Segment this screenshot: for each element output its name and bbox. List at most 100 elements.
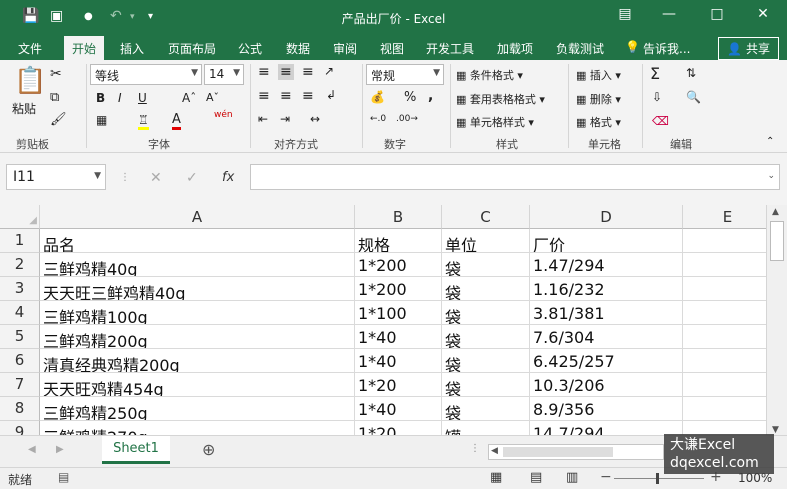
conditional-format-button[interactable]: ▦ 条件格式 ▾ — [456, 67, 523, 83]
cell-D8[interactable]: 8.9/356 — [530, 397, 683, 421]
cell-C7[interactable]: 袋 — [442, 373, 530, 397]
cell-D5[interactable]: 7.6/304 — [530, 325, 683, 349]
clear-icon[interactable]: ⌫ — [652, 114, 669, 128]
currency-icon[interactable]: 💰 — [370, 90, 385, 104]
format-painter-icon[interactable]: 🖌 — [50, 112, 67, 127]
cell-E1[interactable] — [683, 229, 766, 253]
cell-B8[interactable]: 1*40 — [355, 397, 442, 421]
cell-A1[interactable]: 品名 — [40, 229, 355, 253]
share-button[interactable]: 👤 共享 — [718, 37, 779, 60]
column-header[interactable]: D — [530, 205, 683, 229]
phonetic-icon[interactable]: wén — [214, 110, 233, 120]
merge-center-icon[interactable]: ↔ — [310, 112, 320, 126]
row-header[interactable]: 7 — [0, 373, 40, 397]
tab-data[interactable]: 数据 — [286, 40, 310, 57]
scroll-thumb[interactable] — [770, 221, 784, 261]
cell-A2[interactable]: 三鲜鸡精40g — [40, 253, 355, 277]
percent-icon[interactable]: % — [404, 90, 416, 105]
enter-icon[interactable]: ✓ — [186, 170, 198, 186]
paste-button[interactable]: 粘贴 — [12, 100, 36, 117]
zoom-slider-thumb[interactable] — [656, 473, 659, 484]
horizontal-scrollbar[interactable]: ◀ — [488, 444, 664, 460]
scroll-up-icon[interactable]: ▲ — [772, 207, 779, 217]
maximize-button[interactable]: □ — [702, 6, 732, 22]
tab-view[interactable]: 视图 — [380, 40, 404, 57]
close-button[interactable]: ✕ — [748, 6, 778, 22]
insert-cells-button[interactable]: ▦ 插入 ▾ — [576, 67, 621, 83]
row-header[interactable]: 6 — [0, 349, 40, 373]
select-all-corner[interactable]: ◢ — [0, 205, 40, 229]
tab-developer[interactable]: 开发工具 — [426, 40, 474, 57]
cell-B9[interactable]: 1*20 — [355, 421, 442, 435]
add-sheet-icon[interactable]: ⊕ — [202, 440, 215, 459]
table-format-button[interactable]: ▦ 套用表格格式 ▾ — [456, 91, 545, 107]
cell-B6[interactable]: 1*40 — [355, 349, 442, 373]
orientation-icon[interactable]: ↗ — [324, 64, 334, 78]
bold-icon[interactable]: B — [96, 91, 105, 105]
increase-font-icon[interactable]: Aˆ — [182, 91, 196, 105]
column-header[interactable]: A — [40, 205, 355, 229]
column-header[interactable]: C — [442, 205, 530, 229]
row-header[interactable]: 3 — [0, 277, 40, 301]
cell-E5[interactable] — [683, 325, 766, 349]
expand-formula-icon[interactable]: ⌄ — [767, 171, 775, 181]
ribbon-display-icon[interactable]: ▤ — [610, 6, 640, 22]
cell-D1[interactable]: 厂价 — [530, 229, 683, 253]
cell-E8[interactable] — [683, 397, 766, 421]
delete-cells-button[interactable]: ▦ 删除 ▾ — [576, 91, 621, 107]
insert-function-icon[interactable]: fx — [222, 170, 234, 185]
font-size-select[interactable]: 14 ▼ — [204, 64, 244, 85]
cell-D2[interactable]: 1.47/294 — [530, 253, 683, 277]
cell-C1[interactable]: 单位 — [442, 229, 530, 253]
row-header[interactable]: 9 — [0, 421, 40, 435]
minimize-button[interactable]: — — [654, 6, 684, 22]
font-color-icon[interactable]: A — [172, 113, 181, 130]
cell-B5[interactable]: 1*40 — [355, 325, 442, 349]
page-break-view-icon[interactable]: ▥ — [566, 470, 578, 485]
tab-home[interactable]: 开始 — [64, 36, 105, 60]
cell-D3[interactable]: 1.16/232 — [530, 277, 683, 301]
cell-D7[interactable]: 10.3/206 — [530, 373, 683, 397]
tab-file[interactable]: 文件 — [18, 40, 42, 57]
align-left-icon[interactable]: ≡ — [258, 88, 270, 104]
row-header[interactable]: 8 — [0, 397, 40, 421]
tab-review[interactable]: 审阅 — [333, 40, 357, 57]
column-header[interactable]: B — [355, 205, 442, 229]
cell-E6[interactable] — [683, 349, 766, 373]
name-box[interactable]: I11 ▼ — [6, 164, 106, 190]
tell-me-icon[interactable]: 💡 — [625, 40, 640, 54]
tab-insert[interactable]: 插入 — [120, 40, 144, 57]
cell-C8[interactable]: 袋 — [442, 397, 530, 421]
cell-B1[interactable]: 规格 — [355, 229, 442, 253]
cell-C2[interactable]: 袋 — [442, 253, 530, 277]
normal-view-icon[interactable]: ▦ — [490, 470, 502, 485]
decrease-decimal-icon[interactable]: .00→ — [396, 114, 418, 124]
sheet-tab-sheet1[interactable]: Sheet1 — [102, 436, 170, 464]
cell-B7[interactable]: 1*20 — [355, 373, 442, 397]
macro-record-icon[interactable]: ▤ — [58, 470, 69, 484]
cell-E3[interactable] — [683, 277, 766, 301]
cell-A8[interactable]: 三鲜鸡精250g — [40, 397, 355, 421]
next-sheet-icon[interactable]: ▶ — [56, 444, 64, 455]
increase-indent-icon[interactable]: ⇥ — [280, 112, 290, 126]
decrease-indent-icon[interactable]: ⇤ — [258, 112, 268, 126]
align-bottom-icon[interactable]: ≡ — [302, 64, 314, 80]
vertical-scrollbar[interactable]: ▲ ▼ — [766, 205, 787, 440]
autosum-icon[interactable]: Σ — [650, 64, 660, 83]
cell-A7[interactable]: 天天旺鸡精454g — [40, 373, 355, 397]
cell-E9[interactable] — [683, 421, 766, 435]
zoom-out-icon[interactable]: − — [600, 469, 612, 485]
cell-B2[interactable]: 1*200 — [355, 253, 442, 277]
tab-load-test[interactable]: 负载测试 — [556, 40, 604, 57]
zoom-slider[interactable] — [614, 478, 704, 479]
cell-E2[interactable] — [683, 253, 766, 277]
comma-icon[interactable]: , — [428, 88, 433, 104]
tab-addins[interactable]: 加载项 — [497, 40, 533, 57]
cell-E4[interactable] — [683, 301, 766, 325]
row-header[interactable]: 5 — [0, 325, 40, 349]
copy-icon[interactable]: ⧉ — [50, 90, 59, 105]
cell-A5[interactable]: 三鲜鸡精200g — [40, 325, 355, 349]
wrap-text-icon[interactable]: ↲ — [326, 88, 336, 102]
align-center-icon[interactable]: ≡ — [280, 88, 292, 104]
tab-page-layout[interactable]: 页面布局 — [168, 40, 216, 57]
